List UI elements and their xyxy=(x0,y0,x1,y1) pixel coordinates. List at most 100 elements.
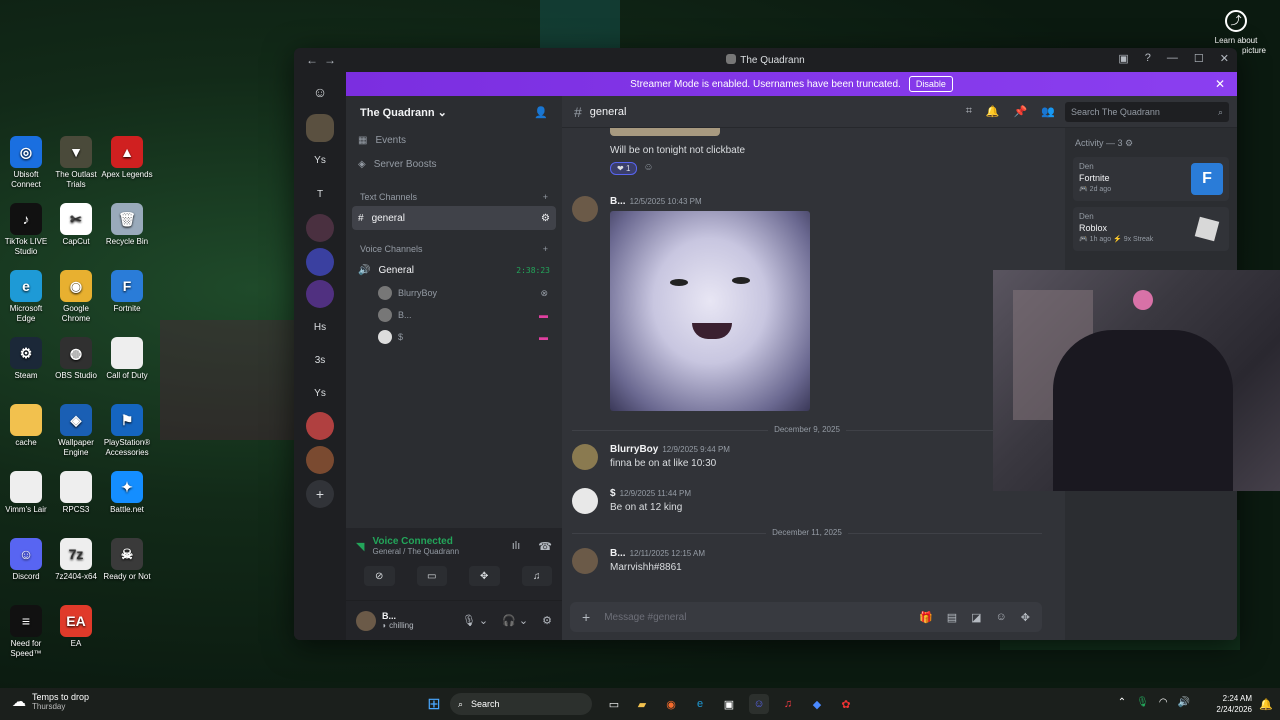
file-explorer-icon[interactable]: ▰ xyxy=(632,694,652,714)
roblox-taskbar-icon[interactable]: ◆ xyxy=(807,694,827,714)
task-view-icon[interactable]: ▭ xyxy=(604,694,624,714)
author-name[interactable]: $ xyxy=(610,488,616,499)
help-icon[interactable]: ? xyxy=(1145,52,1151,65)
desktop-icon[interactable]: ▲ Apex Legends xyxy=(101,136,153,180)
maximize-button[interactable]: ☐ xyxy=(1194,52,1204,65)
add-reaction-icon[interactable]: ☺ xyxy=(643,162,653,175)
desktop-icon[interactable]: EA EA xyxy=(50,605,102,649)
close-button[interactable]: ✕ xyxy=(1220,52,1229,65)
events-item[interactable]: ▦ Events xyxy=(346,128,562,152)
server-icon[interactable] xyxy=(306,214,334,242)
disable-button[interactable]: Disable xyxy=(908,76,953,92)
desktop-icon[interactable]: ♪ TikTok LIVE Studio xyxy=(0,203,52,257)
pin-icon[interactable]: 📌 xyxy=(1014,105,1028,118)
headphones-icon[interactable]: 🎧 ⌄ xyxy=(502,614,528,627)
discord-home-icon[interactable]: ☺ xyxy=(306,78,334,106)
windows-start-icon[interactable]: ⊞ xyxy=(424,694,444,714)
voice-channels-category[interactable]: Voice Channels + xyxy=(346,240,562,258)
app-icon[interactable]: ✿ xyxy=(836,694,856,714)
server-icon[interactable]: Ys xyxy=(306,379,334,407)
notifications-icon[interactable]: 🔔 xyxy=(1256,694,1276,714)
server-icon[interactable]: Hs xyxy=(306,313,334,341)
clock[interactable]: 2:24 AM 2/24/2026 xyxy=(1216,693,1252,715)
wifi-icon[interactable]: ◠ xyxy=(1159,697,1168,708)
server-icon[interactable] xyxy=(306,412,334,440)
add-channel-icon[interactable]: + xyxy=(543,192,548,202)
gear-icon[interactable]: ⚙ xyxy=(1125,138,1133,148)
taskbar-search[interactable]: ⌕ Search xyxy=(450,693,592,715)
itunes-icon[interactable]: ♫ xyxy=(778,694,798,714)
camera-button[interactable]: ⊘ xyxy=(364,566,395,586)
add-member-icon[interactable]: 👤 xyxy=(534,106,548,119)
desktop-icon[interactable]: ⚙ Steam xyxy=(0,337,52,381)
desktop-icon[interactable]: ◉ Google Chrome xyxy=(50,270,102,324)
disconnect-icon[interactable]: ☎ xyxy=(538,540,552,553)
server-icon[interactable]: Ys xyxy=(306,146,334,174)
server-icon-quadrann[interactable] xyxy=(306,114,334,142)
noise-suppression-icon[interactable]: ılı xyxy=(512,540,521,552)
desktop-icon[interactable]: ◈ Wallpaper Engine xyxy=(50,404,102,458)
desktop-icon[interactable]: 🗑 Recycle Bin xyxy=(101,203,153,247)
member-list-icon[interactable]: 👥 xyxy=(1041,105,1055,118)
weather-widget[interactable]: ☁ Temps to drop Thursday xyxy=(12,692,89,711)
voice-user[interactable]: BlurryBoy ⊗ xyxy=(346,282,562,304)
emoji-icon[interactable]: ☺ xyxy=(996,611,1007,624)
tray-chevron-icon[interactable]: ⌃ xyxy=(1118,697,1126,708)
desktop-icon[interactable]: e Microsoft Edge xyxy=(0,270,52,324)
desktop-icon[interactable]: Call of Duty xyxy=(101,337,153,381)
soundboard-button[interactable]: ♫ xyxy=(521,566,552,586)
search-input[interactable]: Search The Quadrann ⌕ xyxy=(1065,102,1229,122)
desktop-icon[interactable]: F Fortnite xyxy=(101,270,153,314)
inbox-icon[interactable]: ▣ xyxy=(1118,52,1128,65)
heart-reaction[interactable]: ❤ 1 xyxy=(610,162,638,175)
microphone-icon[interactable]: 🎙 ⌄ xyxy=(462,614,488,627)
baby-image-attachment[interactable] xyxy=(610,211,810,411)
server-icon[interactable] xyxy=(306,446,334,474)
gift-icon[interactable]: 🎁 xyxy=(919,611,933,624)
server-icon[interactable] xyxy=(306,280,334,308)
desktop-icon[interactable]: ✂ CapCut xyxy=(50,203,102,247)
minimize-button[interactable]: — xyxy=(1167,52,1178,65)
store-icon[interactable]: ▣ xyxy=(719,694,739,714)
origin-icon[interactable]: ◉ xyxy=(661,694,681,714)
message-composer[interactable]: + Message #general 🎁 ▤ ◪ ☺ ✥ xyxy=(570,602,1042,632)
image-attachment-top[interactable] xyxy=(610,128,720,136)
activity-card[interactable]: Den Fortnite 🎮 2d ago F xyxy=(1073,157,1229,201)
server-boosts-item[interactable]: ◈ Server Boosts xyxy=(346,152,562,176)
desktop-icon[interactable]: 7z 7z2404-x64 xyxy=(50,538,102,582)
edge-icon[interactable]: e xyxy=(690,694,710,714)
voice-user[interactable]: B... ▬ xyxy=(346,304,562,326)
sticker-icon[interactable]: ◪ xyxy=(971,611,981,624)
avatar[interactable] xyxy=(572,548,598,574)
voice-user[interactable]: $ ▬ xyxy=(346,326,562,348)
avatar[interactable] xyxy=(572,196,598,222)
threads-icon[interactable]: ⌗ xyxy=(966,105,972,118)
user-settings-icon[interactable]: ⚙ xyxy=(542,614,552,627)
settings-icon[interactable]: ⚙ xyxy=(541,213,550,224)
server-icon[interactable]: T xyxy=(306,180,334,208)
desktop-icon[interactable]: ⚑ PlayStation® Accessories xyxy=(101,404,153,458)
avatar[interactable] xyxy=(356,610,376,631)
author-name[interactable]: B... xyxy=(610,548,626,559)
add-server-icon[interactable]: + xyxy=(306,480,334,508)
desktop-icon[interactable]: ☺ Discord xyxy=(0,538,52,582)
message-input[interactable]: Message #general xyxy=(604,612,686,623)
discord-taskbar-icon[interactable]: ☺ xyxy=(749,694,769,714)
voice-channel-general[interactable]: 🔊 General 2:38:23 xyxy=(346,258,562,282)
server-icon[interactable]: 3s xyxy=(306,346,334,374)
server-icon[interactable] xyxy=(306,248,334,276)
activities-button[interactable]: ✥ xyxy=(469,566,500,586)
apps-icon[interactable]: ✥ xyxy=(1021,611,1030,624)
desktop-icon[interactable]: ☠ Ready or Not xyxy=(101,538,153,582)
avatar[interactable] xyxy=(572,444,598,470)
close-banner-icon[interactable]: ✕ xyxy=(1215,77,1225,91)
desktop-icon[interactable]: cache xyxy=(0,404,52,448)
add-channel-icon[interactable]: + xyxy=(543,244,548,254)
activity-card[interactable]: Den Roblox 🎮 1h ago ⚡ 9x Streak xyxy=(1073,207,1229,251)
desktop-icon[interactable]: ✦ Battle.net xyxy=(101,471,153,515)
desktop-icon[interactable]: ◍ OBS Studio xyxy=(50,337,102,381)
desktop-icon[interactable]: RPCS3 xyxy=(50,471,102,515)
bell-icon[interactable]: 🔔 xyxy=(986,105,1000,118)
avatar[interactable] xyxy=(572,488,598,514)
add-attachment-icon[interactable]: + xyxy=(582,609,590,625)
